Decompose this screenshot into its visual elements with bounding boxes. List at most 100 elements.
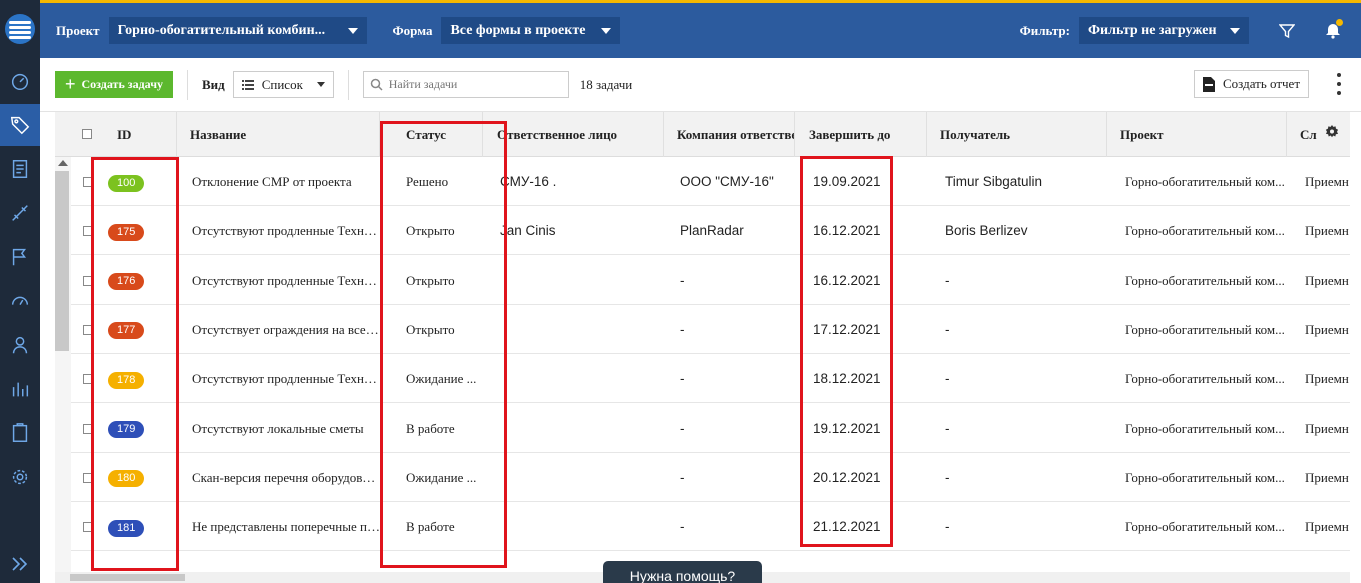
search-input[interactable] bbox=[388, 77, 559, 92]
vertical-scrollbar[interactable] bbox=[55, 157, 71, 572]
row-checkbox[interactable] bbox=[83, 177, 93, 187]
view-value: Список bbox=[261, 76, 303, 92]
cell-name: Отсутствуют продленные Технич... bbox=[192, 272, 380, 288]
column-header-next[interactable]: Сл bbox=[1287, 112, 1350, 157]
id-badge[interactable]: 178 bbox=[108, 371, 145, 389]
more-options-icon[interactable] bbox=[1333, 73, 1345, 95]
cell-next: Приемн bbox=[1305, 174, 1349, 189]
cell-responsible bbox=[483, 404, 664, 453]
row-checkbox[interactable] bbox=[83, 324, 93, 335]
chevron-down-icon bbox=[316, 82, 325, 87]
cell-project: Горно-обогатительный ком... bbox=[1125, 174, 1285, 189]
cell-recipient: - bbox=[945, 469, 950, 485]
nav-settings-icon[interactable] bbox=[0, 456, 40, 498]
project-dropdown[interactable]: Горно-обогатительный комбин... bbox=[108, 17, 367, 44]
chevron-down-icon bbox=[347, 27, 358, 34]
row-checkbox[interactable] bbox=[83, 374, 93, 385]
id-badge[interactable]: 177 bbox=[108, 322, 145, 340]
filter-dropdown[interactable]: Фильтр не загружен bbox=[1079, 17, 1249, 44]
cell-id: 177 bbox=[108, 305, 177, 354]
pdf-file-icon bbox=[1203, 76, 1216, 92]
cell-project: Горно-обогатительный ком... bbox=[1125, 223, 1285, 239]
cell-project: Горно-обогатительный ком... bbox=[1125, 371, 1285, 387]
column-header-responsible[interactable]: Ответственное лицо bbox=[483, 112, 664, 157]
cell-recipient: - bbox=[945, 371, 950, 387]
cell-next: Приемн bbox=[1305, 519, 1349, 535]
id-badge[interactable]: 179 bbox=[108, 421, 145, 439]
row-checkbox[interactable] bbox=[83, 472, 93, 483]
column-header-recipient[interactable]: Получатель bbox=[927, 112, 1107, 157]
cell-next: Приемн bbox=[1305, 223, 1349, 239]
scroll-up-arrow-icon[interactable] bbox=[58, 160, 68, 166]
row-checkbox[interactable] bbox=[83, 226, 93, 237]
table-row[interactable]: 181 Не представлены поперечные про... В ра… bbox=[55, 502, 1350, 552]
filter-funnel-icon[interactable] bbox=[1269, 13, 1305, 49]
column-header-id[interactable]: ID bbox=[117, 112, 177, 157]
cell-due: 16.12.2021 bbox=[813, 272, 881, 288]
column-header-company[interactable]: Компания ответственного bbox=[664, 112, 795, 157]
id-badge[interactable]: 180 bbox=[108, 470, 145, 488]
cell-status: Ожидание ... bbox=[406, 469, 477, 485]
nav-dashboard-icon[interactable] bbox=[0, 60, 40, 102]
column-header-name[interactable]: Название bbox=[177, 112, 380, 157]
create-task-label: Создать задачу bbox=[81, 77, 163, 91]
table-row[interactable]: 180 Скан-версия перечня оборудования Ожида… bbox=[55, 452, 1350, 502]
divider bbox=[347, 69, 349, 100]
cell-status: Открыто bbox=[406, 223, 455, 239]
nav-clipboard-icon[interactable] bbox=[0, 412, 40, 454]
column-settings-gear-icon[interactable] bbox=[1325, 125, 1339, 143]
form-value: Все формы в проекте bbox=[450, 22, 586, 38]
table-row[interactable]: 100 Отклонение СМР от проекта Решено СМУ-16… bbox=[55, 157, 1350, 206]
app-logo[interactable] bbox=[0, 0, 40, 58]
chevron-down-icon bbox=[1230, 27, 1240, 34]
cell-id: 175 bbox=[108, 206, 177, 255]
table-row[interactable]: 176 Отсутствуют продленные Технич... Откры… bbox=[55, 255, 1350, 305]
id-badge[interactable]: 175 bbox=[108, 223, 145, 241]
nav-forms-icon[interactable] bbox=[0, 148, 40, 190]
project-value: Горно-обогатительный комбин... bbox=[117, 22, 326, 38]
cell-next: Приемн bbox=[1305, 272, 1349, 288]
column-header-due[interactable]: Завершить до bbox=[795, 112, 927, 157]
cell-due: 20.12.2021 bbox=[813, 469, 881, 485]
view-dropdown[interactable]: Список bbox=[232, 71, 334, 98]
search-box[interactable] bbox=[362, 71, 569, 98]
id-badge[interactable]: 181 bbox=[108, 519, 145, 537]
scroll-thumb[interactable] bbox=[70, 574, 185, 581]
table-row[interactable]: 177 Отсутствует ограждения на всем ... Отк… bbox=[55, 304, 1350, 354]
table-row[interactable]: 179 Отсутствуют локальные сметы В работе - 1… bbox=[55, 403, 1350, 453]
cell-name: Не представлены поперечные про... bbox=[192, 519, 380, 535]
row-checkbox[interactable] bbox=[83, 423, 93, 434]
cell-recipient: - bbox=[945, 420, 950, 436]
column-header-project[interactable]: Проект bbox=[1107, 112, 1287, 157]
row-checkbox[interactable] bbox=[83, 275, 93, 286]
column-header-status[interactable]: Статус bbox=[380, 112, 483, 157]
cell-name: Отсутствует ограждения на всем ... bbox=[192, 321, 380, 337]
table-row[interactable]: 178 Отсутствуют продленные Технич... Ожида… bbox=[55, 354, 1350, 404]
expand-nav-icon[interactable] bbox=[0, 549, 40, 579]
help-button[interactable]: Нужна помощь? bbox=[603, 561, 762, 583]
form-label: Форма bbox=[392, 22, 433, 38]
notifications-bell-icon[interactable] bbox=[1315, 13, 1351, 49]
cell-status: В работе bbox=[406, 519, 455, 535]
id-badge[interactable]: 176 bbox=[108, 273, 145, 291]
cell-name: Отклонение СМР от проекта bbox=[192, 174, 352, 189]
id-badge[interactable]: 100 bbox=[108, 174, 145, 192]
form-dropdown[interactable]: Все формы в проекте bbox=[441, 17, 621, 44]
scroll-thumb[interactable] bbox=[55, 171, 69, 351]
cell-company: - bbox=[680, 272, 685, 288]
nav-users-icon[interactable] bbox=[0, 324, 40, 366]
row-checkbox[interactable] bbox=[83, 522, 93, 533]
create-report-button[interactable]: Создать отчет bbox=[1194, 70, 1309, 98]
nav-statistics-icon[interactable] bbox=[0, 368, 40, 410]
table-row[interactable]: 175 Отсутствуют продленные Технич... Откры… bbox=[55, 206, 1350, 256]
nav-map-flag-icon[interactable] bbox=[0, 236, 40, 278]
create-task-button[interactable]: + Создать задачу bbox=[55, 71, 173, 98]
nav-tools-icon[interactable] bbox=[0, 192, 40, 234]
cell-company: - bbox=[680, 519, 685, 535]
cell-project: Горно-обогатительный ком... bbox=[1125, 272, 1285, 288]
select-all-checkbox[interactable] bbox=[82, 129, 92, 139]
cell-next: Приемн bbox=[1305, 420, 1349, 436]
cell-name: Отсутствуют продленные Технич... bbox=[192, 371, 380, 387]
nav-reports-gauge-icon[interactable] bbox=[0, 280, 40, 322]
nav-tasks-tag-icon[interactable] bbox=[0, 104, 40, 146]
